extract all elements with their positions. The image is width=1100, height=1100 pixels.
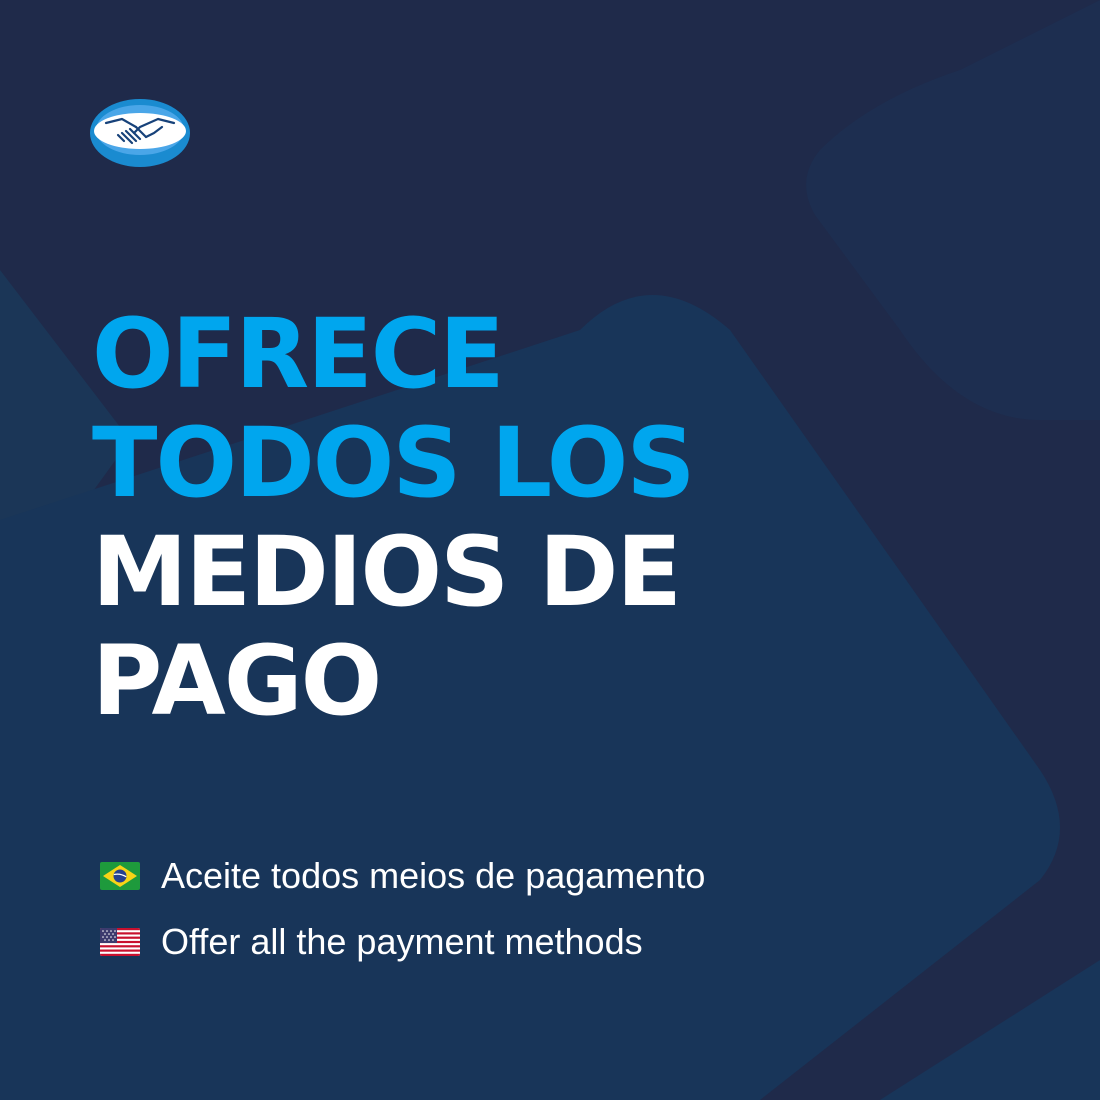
headline-line-3: MEDIOS DE — [92, 516, 682, 628]
headline-line-4: PAGO — [92, 625, 382, 737]
tagline-portuguese-text: Aceite todos meios de pagamento — [161, 855, 706, 896]
mercado-pago-handshake-logo — [90, 99, 190, 167]
tagline-english-text: Offer all the payment methods — [161, 921, 643, 962]
headline-line-2: TODOS LOS — [92, 407, 695, 519]
headline-line-1: OFRECE — [92, 298, 505, 410]
usa-flag-icon — [100, 928, 140, 956]
tagline-portuguese: Aceite todos meios de pagamento — [100, 855, 706, 896]
headline: OFRECE TODOS LOS MEDIOS DE PAGO — [92, 298, 695, 737]
tagline-english: Offer all the payment methods — [100, 921, 643, 962]
brazil-flag-icon — [100, 862, 140, 890]
